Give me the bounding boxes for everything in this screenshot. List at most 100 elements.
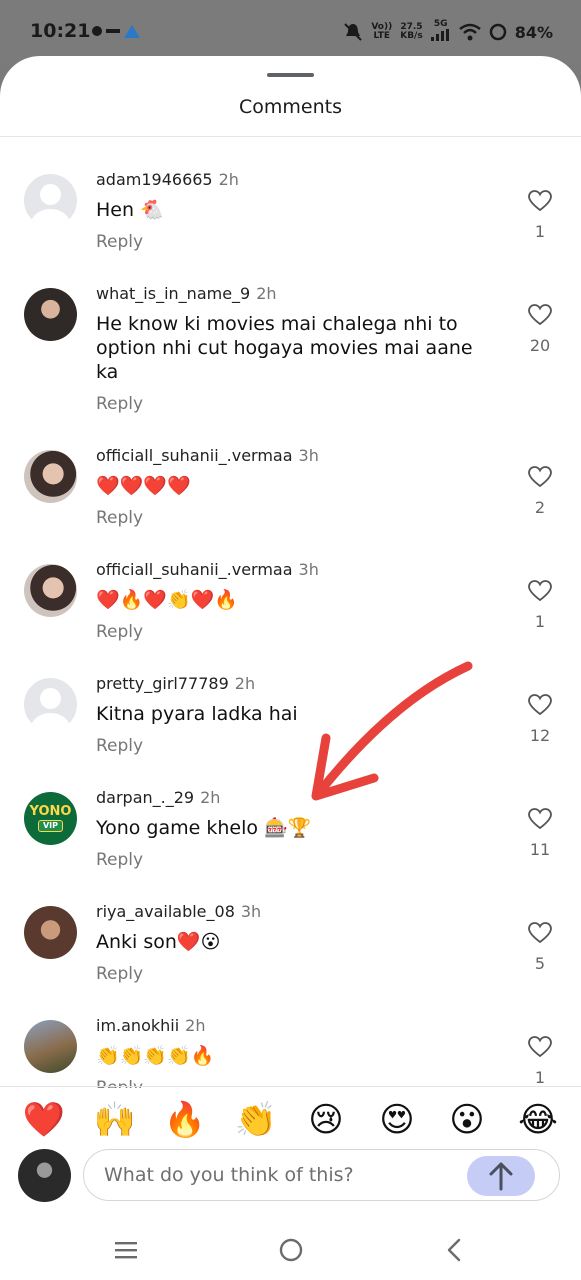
- comment-time: 3h: [298, 560, 319, 579]
- menu-icon: [115, 1242, 137, 1259]
- sheet-title: Comments: [239, 96, 342, 118]
- reaction-emoji[interactable]: 👏: [234, 1098, 278, 1142]
- status-bar: 10:21 Vo)) LTE 27.5 KB/s 5G 84%: [0, 0, 581, 64]
- reaction-emoji[interactable]: 😢: [304, 1098, 348, 1142]
- reaction-emoji[interactable]: 😍: [375, 1098, 419, 1142]
- like-button[interactable]: 1: [521, 1036, 559, 1087]
- comment-text: 👏👏👏👏🔥: [96, 1045, 215, 1067]
- avatar[interactable]: [24, 906, 77, 959]
- heart-outline-icon: [528, 304, 552, 326]
- divider: [0, 1086, 581, 1087]
- home-button[interactable]: [271, 1234, 311, 1266]
- comment-text: ❤️❤️❤️❤️: [96, 475, 191, 497]
- like-button[interactable]: 1: [521, 580, 559, 631]
- mute-icon: [344, 23, 363, 41]
- like-button[interactable]: 11: [521, 808, 559, 859]
- comment-header: officiall_suhanii_.vermaa 3h: [96, 446, 319, 465]
- speed-unit: KB/s: [400, 31, 423, 41]
- heart-outline-icon: [528, 808, 552, 830]
- current-user-avatar: [18, 1149, 71, 1202]
- comment-time: 2h: [185, 1016, 206, 1035]
- battery-ring-icon: [489, 23, 506, 41]
- arrow-up-icon: [489, 1162, 513, 1191]
- signal-icon: [430, 29, 449, 41]
- like-count: 2: [534, 498, 546, 517]
- signal-block: 5G: [430, 20, 451, 44]
- like-button[interactable]: 20: [521, 304, 559, 355]
- avatar-logo-subtext: VIP: [37, 820, 64, 832]
- reply-button[interactable]: Reply: [96, 508, 143, 528]
- comment-username[interactable]: darpan_._29: [96, 788, 194, 807]
- comment-username[interactable]: officiall_suhanii_.vermaa: [96, 560, 293, 579]
- comment-list[interactable]: adam1946665 2h Hen 🐔 Reply 1 what_is_in_n…: [0, 138, 581, 1088]
- avatar[interactable]: YONO VIP: [24, 792, 77, 845]
- reply-button[interactable]: Reply: [96, 736, 143, 756]
- like-button[interactable]: 2: [521, 466, 559, 517]
- comment-text: He know ki movies mai chalega nhi to opt…: [96, 313, 473, 383]
- like-button[interactable]: 12: [521, 694, 559, 745]
- comment-text: ❤️🔥❤️👏❤️🔥: [96, 589, 238, 611]
- status-right-icons: Vo)) LTE 27.5 KB/s 5G 84%: [343, 20, 553, 44]
- comment-username[interactable]: officiall_suhanii_.vermaa: [96, 446, 293, 465]
- notification-icon: [92, 25, 140, 38]
- home-circle-icon: [279, 1238, 303, 1262]
- avatar[interactable]: [24, 678, 77, 731]
- comment-username[interactable]: adam1946665: [96, 170, 213, 189]
- reaction-emoji[interactable]: 🙌: [93, 1098, 137, 1142]
- like-count: 1: [534, 612, 546, 631]
- heart-outline-icon: [528, 466, 552, 488]
- comment-header: riya_available_08 3h: [96, 902, 261, 921]
- status-time: 10:21: [30, 20, 91, 42]
- reply-button[interactable]: Reply: [96, 850, 143, 870]
- comment-header: officiall_suhanii_.vermaa 3h: [96, 560, 319, 579]
- comment-header: darpan_._29 2h: [96, 788, 220, 807]
- quick-reactions: ❤️ 🙌 🔥 👏 😢 😍 😮 😂: [0, 1098, 581, 1142]
- reaction-emoji[interactable]: 😮: [445, 1098, 489, 1142]
- comment-header: im.anokhii 2h: [96, 1016, 205, 1035]
- reply-button[interactable]: Reply: [96, 622, 143, 642]
- recents-button[interactable]: [106, 1234, 146, 1266]
- comment-header: adam1946665 2h: [96, 170, 239, 189]
- comment-input[interactable]: [104, 1162, 464, 1188]
- network-type: Vo)) LTE: [371, 23, 392, 41]
- like-count: 20: [529, 336, 551, 355]
- comment-header: pretty_girl77789 2h: [96, 674, 255, 693]
- like-button[interactable]: 1: [521, 190, 559, 241]
- comment-username[interactable]: im.anokhii: [96, 1016, 179, 1035]
- comment-username[interactable]: pretty_girl77789: [96, 674, 229, 693]
- comment-time: 2h: [218, 170, 239, 189]
- avatar[interactable]: [24, 450, 77, 503]
- comment-time: 2h: [200, 788, 221, 807]
- network-bottom: LTE: [373, 31, 391, 41]
- drag-handle[interactable]: [267, 73, 314, 77]
- comments-sheet: Comments adam1946665 2h Hen 🐔 Reply 1 wha…: [0, 56, 581, 1280]
- avatar[interactable]: [24, 174, 77, 227]
- reply-button[interactable]: Reply: [96, 232, 143, 252]
- comment-composer: [83, 1149, 560, 1201]
- comment-username[interactable]: what_is_in_name_9: [96, 284, 250, 303]
- back-button[interactable]: [434, 1234, 474, 1266]
- like-button[interactable]: 5: [521, 922, 559, 973]
- comment-time: 2h: [234, 674, 256, 693]
- avatar[interactable]: [24, 288, 77, 341]
- reaction-emoji[interactable]: 🔥: [163, 1098, 207, 1142]
- battery-level: 84%: [514, 22, 553, 42]
- avatar-logo-text: YONO: [29, 804, 72, 819]
- heart-outline-icon: [528, 580, 552, 602]
- comment-header: what_is_in_name_9 2h: [96, 284, 277, 303]
- heart-outline-icon: [528, 1036, 552, 1058]
- avatar[interactable]: [24, 564, 77, 617]
- comment-text: Kitna pyara ladka hai: [96, 703, 298, 725]
- like-count: 5: [534, 954, 546, 973]
- reaction-emoji[interactable]: ❤️: [22, 1098, 66, 1142]
- back-chevron-icon: [447, 1238, 461, 1262]
- heart-outline-icon: [528, 694, 552, 716]
- comment-time: 2h: [256, 284, 277, 303]
- avatar[interactable]: [24, 1020, 77, 1073]
- comment-username[interactable]: riya_available_08: [96, 902, 235, 921]
- send-button[interactable]: [467, 1156, 535, 1196]
- reaction-emoji[interactable]: 😂: [516, 1098, 560, 1142]
- reply-button[interactable]: Reply: [96, 394, 143, 414]
- reply-button[interactable]: Reply: [96, 964, 143, 984]
- like-count: 11: [529, 840, 551, 859]
